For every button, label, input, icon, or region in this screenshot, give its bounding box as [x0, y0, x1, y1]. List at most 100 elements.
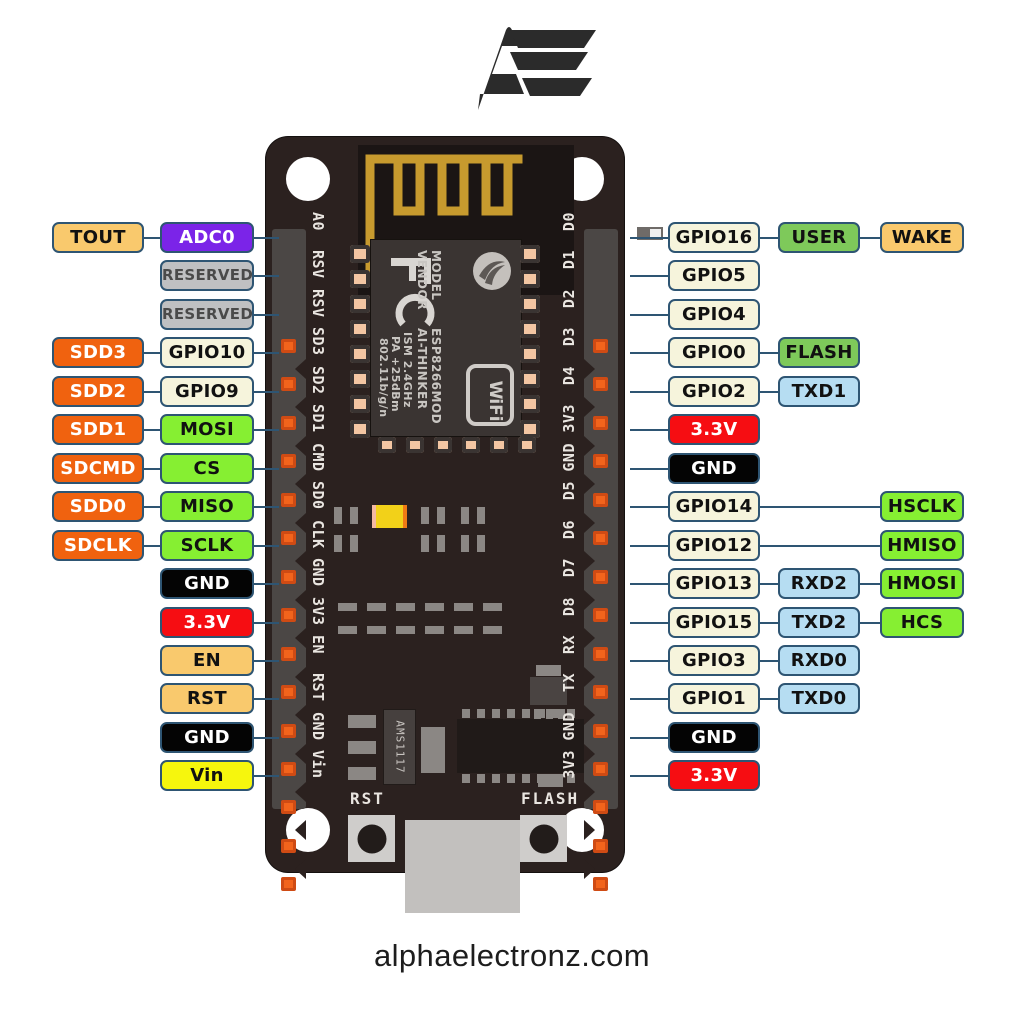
pin-alt-txd2[interactable]: TXD2: [778, 606, 860, 638]
pin-alt-txd0[interactable]: TXD0: [778, 683, 860, 715]
pin-label-gpio15[interactable]: GPIO15: [668, 606, 760, 638]
pin-alt-tout[interactable]: TOUT: [52, 222, 144, 253]
voltage-regulator: AMS1117: [383, 709, 416, 785]
pin-label-gpio0[interactable]: GPIO0: [668, 337, 760, 369]
pin-label-sclk[interactable]: SCLK: [160, 529, 254, 561]
header-pin[interactable]: [593, 608, 608, 623]
pin-label-gpio12[interactable]: GPIO12: [668, 529, 760, 561]
header-notch: [584, 820, 595, 841]
pin-alt-sdd0[interactable]: SDD0: [52, 491, 144, 523]
header-pin[interactable]: [281, 339, 296, 353]
pin-label-rst[interactable]: RST: [160, 683, 254, 715]
pin-label-adc0[interactable]: ADC0: [160, 222, 254, 253]
header-pin[interactable]: [593, 685, 608, 700]
pin-label-gpio10[interactable]: GPIO10: [160, 337, 254, 369]
header-pin[interactable]: [281, 723, 296, 738]
pin-alt-txd1[interactable]: TXD1: [778, 375, 860, 407]
pin-label-reserved[interactable]: RESERVED: [160, 298, 254, 330]
pin-wire: [254, 237, 279, 239]
pin-label-reserved[interactable]: RESERVED: [160, 260, 254, 292]
header-pin[interactable]: [593, 877, 608, 892]
header-pin[interactable]: [281, 454, 296, 469]
pin-label-mosi[interactable]: MOSI: [160, 414, 254, 446]
pin-label-gpio14[interactable]: GPIO14: [668, 491, 760, 523]
flash-button[interactable]: [520, 815, 567, 862]
header-pin[interactable]: [593, 415, 608, 430]
header-pin[interactable]: [593, 531, 608, 546]
pin-label-cs[interactable]: CS: [160, 452, 254, 484]
header-pin[interactable]: [281, 608, 296, 623]
header-notch: [584, 781, 595, 802]
pin-wire: [144, 467, 160, 470]
module-spec-ism: ISM 2.4GHz: [401, 332, 414, 408]
pin-wire: [630, 352, 668, 355]
rst-button[interactable]: [348, 815, 395, 862]
pin-label-3-3v[interactable]: 3.3V: [160, 606, 254, 638]
pin-label-gpio1[interactable]: GPIO1: [668, 683, 760, 715]
pin-label-gpio13[interactable]: GPIO13: [668, 568, 760, 600]
pin-label-miso[interactable]: MISO: [160, 491, 254, 523]
header-pin[interactable]: [593, 339, 608, 353]
header-pin[interactable]: [281, 685, 296, 700]
pin-label-3-3v[interactable]: 3.3V: [668, 414, 760, 446]
svg-text:iFi: iFi: [485, 398, 505, 421]
pin-alt-sdd2[interactable]: SDD2: [52, 375, 144, 407]
pin-alt-sdclk[interactable]: SDCLK: [52, 529, 144, 561]
pin-alt-rxd2[interactable]: RXD2: [778, 568, 860, 600]
pin-alt2-hcs[interactable]: HCS: [880, 606, 964, 638]
pin-label-gpio5[interactable]: GPIO5: [668, 260, 760, 292]
header-pin[interactable]: [593, 454, 608, 469]
header-notch: [295, 705, 306, 726]
header-pin[interactable]: [281, 531, 296, 546]
pin-alt2-hmosi[interactable]: HMOSI: [880, 568, 964, 600]
header-pin[interactable]: [593, 377, 608, 392]
header-pin[interactable]: [593, 723, 608, 738]
pin-label-gnd[interactable]: GND: [668, 452, 760, 484]
pin-alt-rxd0[interactable]: RXD0: [778, 644, 860, 676]
pin-alt-flash[interactable]: FLASH: [778, 337, 860, 369]
header-pin[interactable]: [593, 646, 608, 661]
pin-label-3-3v[interactable]: 3.3V: [668, 760, 760, 792]
header-pin[interactable]: [593, 569, 608, 584]
pin-alt2-wake[interactable]: WAKE: [880, 222, 964, 253]
pin-wire: [630, 775, 668, 778]
pin-alt2-hsclk[interactable]: HSCLK: [880, 491, 964, 523]
header-pin[interactable]: [593, 838, 608, 853]
pin-label-gnd[interactable]: GND: [668, 721, 760, 753]
pin-label-gpio9[interactable]: GPIO9: [160, 375, 254, 407]
smd-component: [367, 626, 386, 634]
header-pin[interactable]: [281, 415, 296, 430]
smd-component: [396, 603, 415, 611]
pin-label-gpio16[interactable]: GPIO16: [668, 222, 760, 253]
silkscreen-label-right: D7: [560, 558, 578, 578]
header-pin[interactable]: [281, 569, 296, 584]
silkscreen-label-left: 3V3: [309, 596, 327, 626]
pin-label-gpio3[interactable]: GPIO3: [668, 644, 760, 676]
header-pin[interactable]: [281, 492, 296, 507]
pin-alt-sdcmd[interactable]: SDCMD: [52, 452, 144, 484]
pin-label-gnd[interactable]: GND: [160, 721, 254, 753]
smd-component: [338, 603, 357, 611]
pin-label-gpio4[interactable]: GPIO4: [668, 298, 760, 330]
smd-component: [396, 626, 415, 634]
header-pin[interactable]: [593, 492, 608, 507]
pin-label-gpio2[interactable]: GPIO2: [668, 375, 760, 407]
header-pin[interactable]: [593, 800, 608, 815]
header-pin[interactable]: [281, 800, 296, 815]
pin-label-vin[interactable]: Vin: [160, 760, 254, 792]
header-pin[interactable]: [281, 646, 296, 661]
header-pin[interactable]: [281, 877, 296, 892]
pin-label-en[interactable]: EN: [160, 644, 254, 676]
pin-alt-user[interactable]: USER: [778, 222, 860, 253]
pin-wire: [760, 544, 880, 547]
pin-wire: [254, 583, 279, 586]
silkscreen-label-left: A0: [309, 212, 327, 232]
pin-label-gnd[interactable]: GND: [160, 568, 254, 600]
header-pin[interactable]: [593, 761, 608, 776]
header-pin[interactable]: [281, 761, 296, 776]
header-pin[interactable]: [281, 838, 296, 853]
pin-alt-sdd3[interactable]: SDD3: [52, 337, 144, 369]
pin-alt2-hmiso[interactable]: HMISO: [880, 529, 964, 561]
pin-alt-sdd1[interactable]: SDD1: [52, 414, 144, 446]
header-pin[interactable]: [281, 377, 296, 392]
